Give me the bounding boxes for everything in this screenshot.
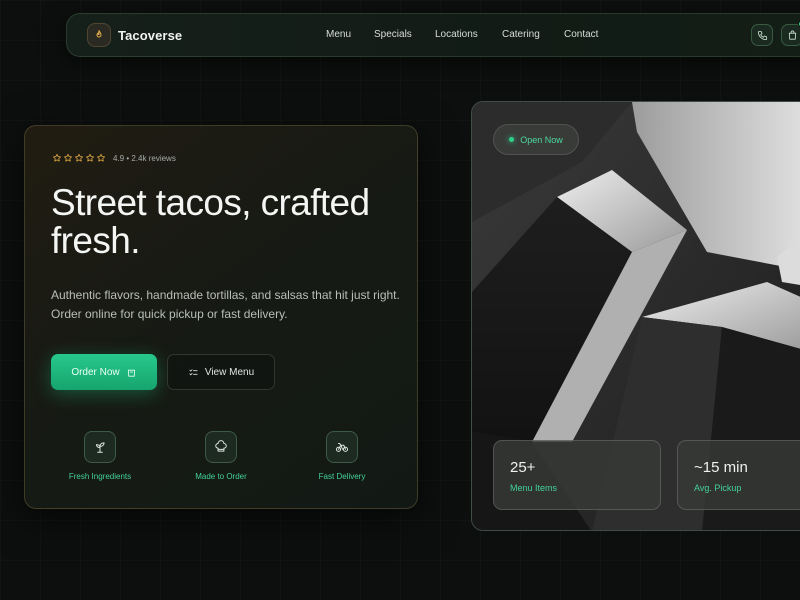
stat-value: 25+ [510, 459, 536, 476]
top-navbar: Tacoverse Menu Specials Locations Cateri… [66, 13, 800, 57]
chef-hat-icon [205, 431, 237, 463]
rating-text: 4.9 • 2.4k reviews [113, 153, 176, 163]
sprout-icon [84, 431, 116, 463]
nav-link-contact[interactable]: Contact [564, 29, 598, 40]
bike-icon [326, 431, 358, 463]
list-icon [189, 368, 198, 375]
cart-button[interactable] [781, 20, 800, 46]
status-dot [509, 137, 515, 142]
nav-link-catering[interactable]: Catering [502, 29, 540, 40]
nav-link-specials[interactable]: Specials [374, 29, 412, 40]
rating: 4.9 • 2.4k reviews [52, 153, 176, 163]
feature-label: Fast Delivery [318, 472, 366, 481]
star-icon [63, 153, 73, 162]
view-menu-label: View Menu [204, 366, 255, 378]
nav-link-locations[interactable]: Locations [435, 29, 478, 40]
view-menu-button[interactable]: View Menu [167, 354, 275, 390]
feature-made-to-order: Made to Order [166, 431, 276, 481]
feature-fast-delivery: Fast Delivery [287, 431, 397, 481]
stat-card-avg-pickup: ~15 min Avg. Pickup [677, 440, 800, 510]
star-icon [52, 153, 62, 162]
headline-line-1: Street tacos, crafted [51, 182, 370, 223]
nav-link-menu[interactable]: Menu [326, 29, 351, 40]
phone-button[interactable] [751, 24, 773, 46]
nav-links: Menu Specials Locations Catering Contact [67, 14, 800, 58]
feature-fresh-ingredients: Fresh Ingredients [45, 431, 155, 481]
feature-label: Made to Order [195, 472, 247, 481]
headline-line-2: fresh. [51, 220, 141, 261]
stat-value: ~15 min [694, 459, 748, 476]
bag-icon [127, 369, 135, 377]
hero-card: 4.9 • 2.4k reviews Street tacos, crafted… [24, 125, 418, 509]
stat-card-menu-items: 25+ Menu Items [493, 440, 661, 510]
star-icon [85, 153, 95, 162]
hero-subtext: Authentic flavors, handmade tortillas, a… [51, 288, 400, 321]
stat-label: Menu Items [510, 483, 558, 493]
order-now-label: Order Now [71, 366, 120, 378]
bag-icon [788, 30, 796, 40]
star-icon [96, 153, 106, 162]
status-text: Open Now [520, 134, 563, 145]
phone-icon [757, 30, 767, 40]
hero-headline: Street tacos, crafted fresh. [51, 184, 411, 260]
hero-image-card: Open Now 25+ Menu Items ~15 min Avg. Pic… [471, 101, 800, 531]
open-now-badge: Open Now [493, 124, 579, 155]
order-now-button[interactable]: Order Now [51, 354, 157, 390]
feature-label: Fresh Ingredients [68, 472, 132, 481]
star-icon [74, 153, 84, 162]
stat-label: Avg. Pickup [694, 483, 742, 493]
